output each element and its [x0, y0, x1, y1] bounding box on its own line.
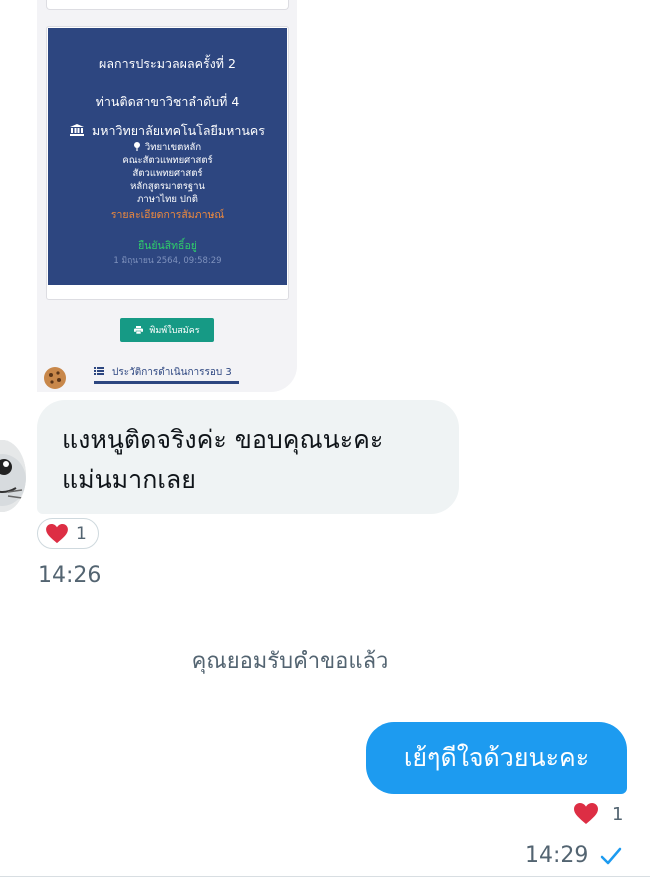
heart-icon	[46, 523, 68, 543]
outgoing-timestamp: 14:29	[525, 843, 589, 868]
cookie-icon	[44, 367, 66, 389]
check-icon	[601, 847, 622, 864]
avatar-icon	[0, 440, 26, 512]
incoming-message-bubble[interactable]: แงหนูติดจริงค่ะ ขอบคุณนะคะ แม่นมากเลย	[37, 400, 459, 514]
previous-card	[46, 0, 289, 10]
incoming-message-line-1: แงหนูติดจริงค่ะ ขอบคุณนะคะ	[62, 425, 384, 454]
interview-details-link: รายละเอียดการสัมภาษณ์	[110, 209, 225, 221]
sender-avatar[interactable]	[0, 440, 26, 512]
outgoing-message-text: เย้ๆดีใจด้วยนะคะ	[403, 743, 590, 772]
history-row: ประวัติการดำเนินการรอบ 3	[94, 365, 232, 380]
history-label: ประวัติการดำเนินการรอบ 3	[112, 367, 232, 378]
result-card: ผลการประมวลผลครั้งที่ 2 ท่านติดสาขาวิชาล…	[46, 26, 289, 300]
print-button-label: พิมพ์ใบสมัคร	[149, 326, 200, 336]
result-title: ผลการประมวลผลครั้งที่ 2	[99, 56, 236, 71]
confirm-date: 1 มิถุนายน 2564, 09:58:29	[113, 256, 222, 266]
outgoing-status-row: 14:29	[525, 843, 622, 868]
university-name: มหาวิทยาลัยเทคโนโลยีมหานคร	[91, 123, 266, 138]
language-name: ภาษาไทย ปกติ	[137, 194, 198, 205]
outgoing-reaction[interactable]: 1	[574, 803, 623, 825]
rank-text: ท่านติดสาขาวิชาลำดับที่ 4	[95, 94, 240, 109]
outgoing-message-bubble[interactable]: เย้ๆดีใจด้วยนะคะ	[366, 722, 627, 794]
list-icon	[94, 367, 104, 375]
history-underline	[94, 381, 239, 384]
print-application-button: พิมพ์ใบสมัคร	[120, 318, 214, 342]
pin-icon	[133, 142, 140, 151]
campus-name: วิทยาเขตหลัก	[144, 142, 202, 153]
incoming-reaction[interactable]: 1	[37, 518, 99, 549]
shared-screenshot-image[interactable]: ผลการประมวลผลครั้งที่ 2 ท่านติดสาขาวิชาล…	[37, 0, 297, 392]
request-accepted-notice: คุณยอมรับคำขอแล้ว	[191, 649, 389, 674]
printer-icon	[134, 326, 144, 334]
incoming-reaction-count: 1	[76, 523, 87, 544]
composer-divider	[0, 876, 650, 877]
result-panel: ผลการประมวลผลครั้งที่ 2 ท่านติดสาขาวิชาล…	[48, 28, 287, 285]
incoming-timestamp: 14:26	[38, 563, 102, 588]
outgoing-reaction-count: 1	[612, 803, 624, 825]
incoming-message-line-2: แม่นมากเลย	[62, 465, 196, 494]
university-row: มหาวิทยาลัยเทคโนโลยีมหานคร	[48, 121, 287, 141]
bank-icon	[69, 124, 84, 136]
heart-icon	[574, 803, 598, 824]
confirm-status: ยืนยันสิทธิ์อยู่	[138, 240, 197, 252]
